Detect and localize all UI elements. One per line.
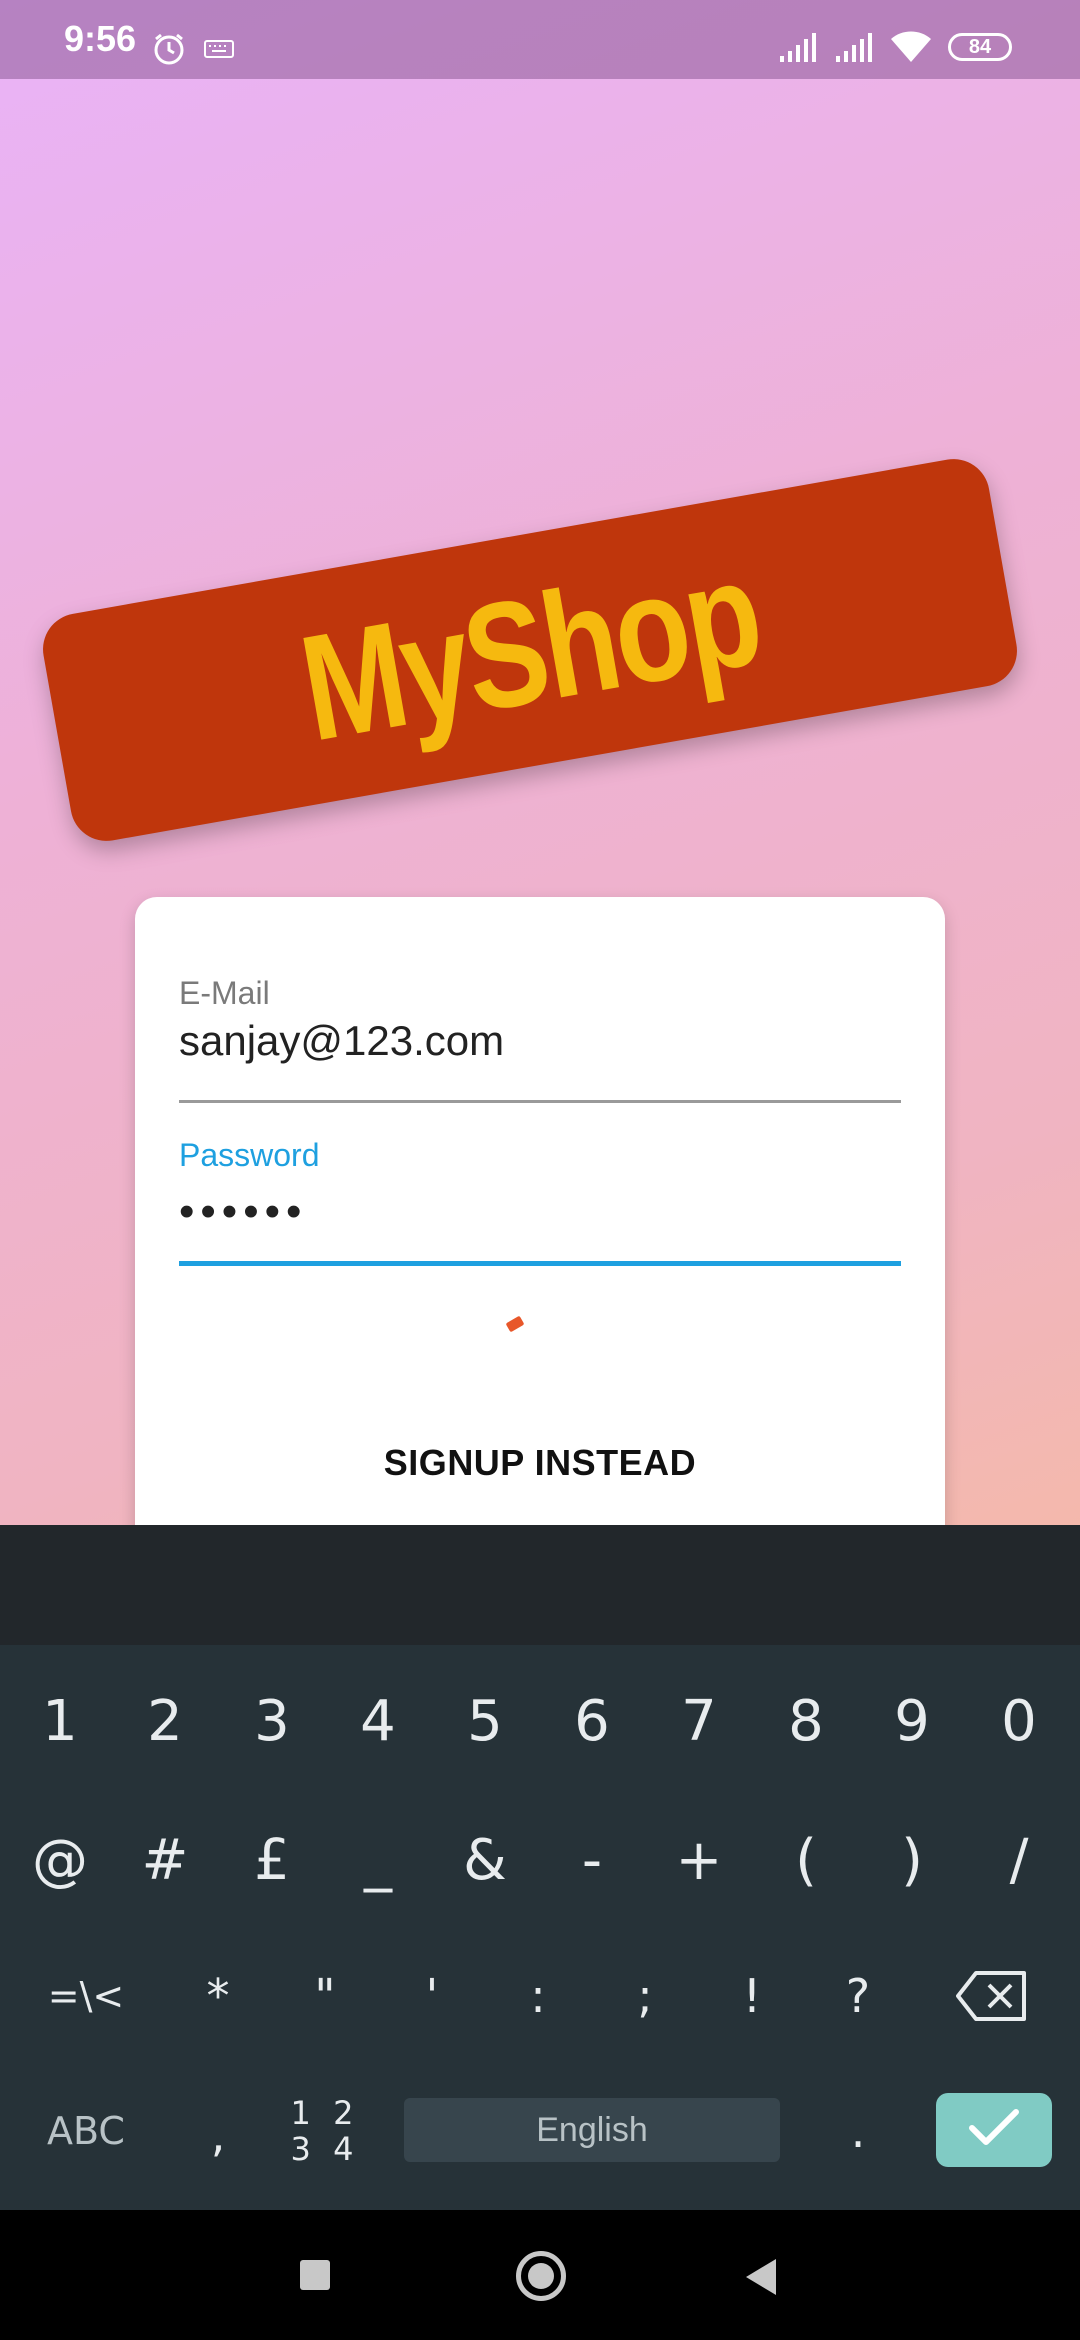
key-exclamation[interactable]: ! [702, 1941, 802, 2051]
key-underscore[interactable]: _ [328, 1805, 428, 1915]
alarm-icon [152, 32, 186, 71]
auth-card: E-Mail sanjay@123.com Password •••••• SI… [135, 897, 945, 1597]
key-open-paren[interactable]: ( [756, 1805, 856, 1915]
password-input[interactable]: •••••• [179, 1187, 307, 1237]
checkmark-icon [968, 2108, 1020, 2153]
key-8[interactable]: 8 [756, 1666, 856, 1776]
password-label: Password [179, 1137, 320, 1173]
numpad-label-top: 1 2 [290, 2094, 360, 2132]
key-5[interactable]: 5 [435, 1666, 535, 1776]
key-3[interactable]: 3 [222, 1666, 322, 1776]
key-comma[interactable]: , [168, 2080, 268, 2190]
key-9[interactable]: 9 [862, 1666, 962, 1776]
recents-icon[interactable] [300, 2260, 330, 2290]
backspace-icon[interactable] [942, 1941, 1042, 2051]
key-ampersand[interactable]: & [435, 1805, 535, 1915]
key-minus[interactable]: - [542, 1805, 642, 1915]
key-question[interactable]: ? [808, 1941, 908, 2051]
key-asterisk[interactable]: * [168, 1941, 268, 2051]
numpad-label-bottom: 3 4 [290, 2130, 360, 2168]
key-single-quote[interactable]: ' [382, 1941, 482, 2051]
enter-key[interactable] [936, 2093, 1052, 2167]
status-time: 9:56 [64, 18, 137, 59]
signal-1-icon [778, 32, 818, 69]
app-logo-text: MyShop [289, 526, 771, 773]
email-input[interactable]: sanjay@123.com [179, 1017, 504, 1065]
space-key[interactable]: English [404, 2098, 780, 2162]
key-colon[interactable]: : [488, 1941, 588, 2051]
key-2[interactable]: 2 [115, 1666, 215, 1776]
logo-banner: MyShop [37, 453, 1023, 847]
battery-indicator: 84 [948, 33, 1012, 61]
signup-instead-button[interactable]: SIGNUP INSTEAD [135, 1442, 945, 1484]
wifi-icon [890, 30, 932, 69]
key-1[interactable]: 1 [10, 1666, 110, 1776]
key-period[interactable]: . [808, 2076, 908, 2186]
signal-2-icon [834, 32, 874, 69]
key-7[interactable]: 7 [649, 1666, 749, 1776]
email-label: E-Mail [179, 975, 270, 1011]
keyboard-icon [204, 40, 234, 63]
key-more-symbols[interactable]: =\< [36, 1941, 136, 2051]
key-hash[interactable]: # [115, 1805, 215, 1915]
status-bar: 9:56 84 [0, 0, 1080, 79]
key-4[interactable]: 4 [328, 1666, 428, 1776]
home-icon[interactable] [516, 2251, 566, 2301]
loading-spinner [505, 1315, 525, 1333]
email-underline [179, 1100, 901, 1103]
password-underline [179, 1261, 901, 1266]
key-abc[interactable]: ABC [36, 2076, 136, 2186]
key-close-paren[interactable]: ) [862, 1805, 962, 1915]
key-plus[interactable]: + [649, 1805, 749, 1915]
key-pound[interactable]: £ [222, 1805, 322, 1915]
key-slash[interactable]: / [969, 1805, 1069, 1915]
keyboard-suggestion-strip [0, 1525, 1080, 1645]
key-semicolon[interactable]: ; [595, 1941, 695, 2051]
key-numpad-toggle[interactable]: 1 2 3 4 [275, 2076, 375, 2186]
key-0[interactable]: 0 [969, 1666, 1069, 1776]
key-at[interactable]: @ [10, 1805, 110, 1915]
back-icon[interactable] [744, 2257, 778, 2302]
key-double-quote[interactable]: " [275, 1941, 375, 2051]
key-6[interactable]: 6 [542, 1666, 642, 1776]
